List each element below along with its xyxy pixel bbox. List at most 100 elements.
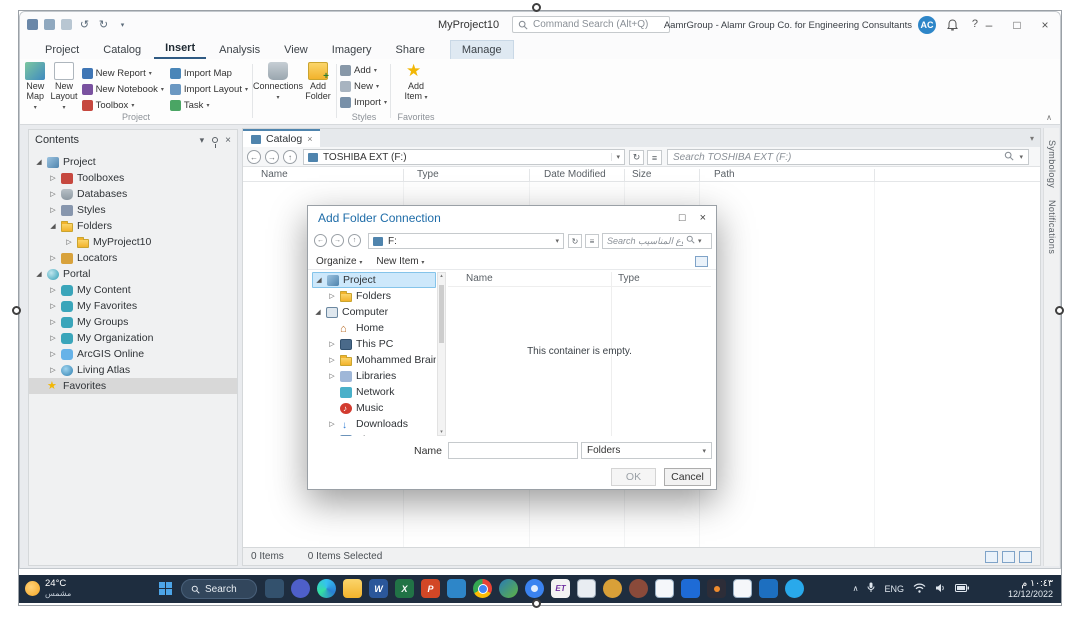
taskbar-store-icon[interactable] [447, 579, 466, 598]
expand-icon[interactable] [49, 254, 57, 262]
taskbar-document-icon-2[interactable] [733, 579, 752, 598]
back-button[interactable]: ← [247, 150, 261, 164]
new-report-button[interactable]: New Report ▾ [81, 66, 164, 80]
dialog-tree-computer[interactable]: Computer [312, 304, 436, 320]
dialog-tree-this-pc[interactable]: This PC [312, 336, 436, 352]
close-tab-icon[interactable]: × [307, 134, 312, 144]
dialog-forward-button[interactable]: → [331, 234, 344, 247]
selection-handle-right[interactable] [1055, 306, 1064, 315]
collapse-ribbon-icon[interactable]: ∧ [1046, 113, 1052, 122]
tab-list-icon[interactable]: ▾ [1030, 134, 1034, 143]
pin-icon[interactable] [212, 137, 219, 148]
tree-item-my-favorites[interactable]: My Favorites [29, 298, 237, 314]
collapse-icon[interactable] [35, 158, 43, 166]
import-map-button[interactable]: Import Map [169, 66, 248, 80]
expand-icon[interactable] [328, 356, 336, 364]
catalog-search-input[interactable] [673, 151, 1000, 163]
tab-manage[interactable]: Manage [449, 40, 514, 59]
taskbar-document-icon[interactable] [655, 579, 674, 598]
tree-item-my-groups[interactable]: My Groups [29, 314, 237, 330]
weather-widget[interactable]: 24°C مشمس [25, 578, 71, 598]
refresh-button[interactable]: ↻ [629, 150, 644, 165]
dialog-tree-user-folder[interactable]: Mohammed Braima [312, 352, 436, 368]
folder-name-input[interactable] [448, 442, 578, 459]
column-size[interactable]: Size [632, 169, 651, 180]
address-dropdown-icon[interactable]: ▾ [611, 153, 620, 161]
expand-icon[interactable] [328, 292, 336, 300]
scrollbar-thumb[interactable] [439, 285, 444, 343]
dialog-address-dropdown-icon[interactable]: ▾ [555, 237, 559, 245]
tree-item-portal[interactable]: Portal [29, 266, 237, 282]
item-type-select[interactable]: Folders ▾ [581, 442, 712, 459]
new-layout-button[interactable]: New Layout ▾ [51, 62, 78, 113]
dialog-close-button[interactable]: × [700, 212, 706, 224]
dialog-tree-project[interactable]: Project [312, 272, 436, 288]
ok-button[interactable]: OK [611, 468, 656, 486]
tab-notifications[interactable]: Notifications [1047, 200, 1057, 254]
tab-insert[interactable]: Insert [154, 39, 207, 59]
column-date-modified[interactable]: Date Modified [544, 169, 606, 180]
maximize-button[interactable]: □ [1002, 12, 1032, 38]
expand-icon[interactable] [328, 372, 336, 380]
start-button[interactable] [159, 582, 172, 595]
tree-item-databases[interactable]: Databases [29, 186, 237, 202]
connections-button[interactable]: Connections ▾ [253, 62, 303, 103]
dialog-search-input[interactable] [607, 236, 683, 246]
battery-icon[interactable] [955, 583, 969, 594]
dialog-column-name[interactable]: Name [466, 273, 493, 284]
toolbox-button[interactable]: Toolbox ▾ [81, 98, 164, 112]
minimize-button[interactable]: – [974, 12, 1004, 38]
redo-icon[interactable]: ↻ [97, 18, 110, 31]
add-folder-button[interactable]: AddFolder [302, 62, 334, 103]
tree-item-arcgis-online[interactable]: ArcGIS Online [29, 346, 237, 362]
taskbar-powerpoint-icon[interactable]: P [421, 579, 440, 598]
avatar[interactable]: AC [918, 16, 936, 34]
taskbar-clock[interactable]: ١٠:٤٣ م 12/12/2022 [1008, 578, 1053, 600]
customize-quick-access-icon[interactable]: ▾ [116, 18, 129, 31]
expand-icon[interactable] [328, 340, 336, 348]
styles-new-button[interactable]: New ▾ [340, 79, 388, 93]
wifi-icon[interactable] [913, 583, 926, 595]
cancel-button[interactable]: Cancel [664, 468, 711, 486]
dialog-address-bar[interactable]: F: ▾ [368, 233, 564, 249]
expand-icon[interactable] [65, 238, 73, 246]
tab-imagery[interactable]: Imagery [321, 41, 383, 59]
tree-item-myproject10[interactable]: MyProject10 [29, 234, 237, 250]
select-dropdown-icon[interactable]: ▾ [702, 447, 706, 455]
search-options-icon[interactable]: ▾ [1019, 153, 1023, 161]
dialog-maximize-button[interactable]: □ [679, 212, 686, 224]
column-path[interactable]: Path [714, 169, 735, 180]
dialog-tree-scrollbar[interactable]: ▴ ▾ [437, 272, 446, 436]
tab-project[interactable]: Project [34, 41, 90, 59]
taskbar-media-player-icon[interactable] [707, 579, 726, 598]
close-panel-icon[interactable]: × [225, 135, 231, 146]
expand-icon[interactable] [49, 334, 57, 342]
details-view-icon[interactable] [1002, 550, 1015, 563]
list-view-icon[interactable] [985, 550, 998, 563]
taskbar-profile-icon[interactable] [629, 579, 648, 598]
tree-item-project[interactable]: Project [29, 154, 237, 170]
column-name[interactable]: Name [261, 169, 288, 180]
taskbar-google-earth-icon[interactable] [525, 579, 544, 598]
collapse-icon[interactable] [35, 270, 43, 278]
tree-item-styles[interactable]: Styles [29, 202, 237, 218]
styles-add-button[interactable]: Add ▾ [340, 63, 388, 77]
tab-catalog[interactable]: Catalog [92, 41, 152, 59]
expand-icon[interactable] [49, 286, 57, 294]
taskbar-arcgis-pro-icon[interactable] [499, 579, 518, 598]
styles-import-button[interactable]: Import ▾ [340, 95, 388, 109]
microphone-icon[interactable] [867, 582, 875, 595]
taskbar-file-explorer-icon[interactable] [343, 579, 362, 598]
expand-icon[interactable] [328, 420, 336, 428]
add-item-button[interactable]: AddItem ▾ [400, 62, 432, 103]
tree-item-folders[interactable]: Folders [29, 218, 237, 234]
dialog-refresh-button[interactable]: ↻ [568, 234, 582, 248]
open-project-icon[interactable] [61, 19, 72, 30]
dialog-column-type[interactable]: Type [618, 273, 640, 284]
taskbar-notepad-icon[interactable] [577, 579, 596, 598]
tree-item-my-content[interactable]: My Content [29, 282, 237, 298]
expand-icon[interactable] [49, 174, 57, 182]
expand-icon[interactable] [49, 190, 57, 198]
dialog-tree-libraries[interactable]: Libraries [312, 368, 436, 384]
command-search-input[interactable]: Command Search (Alt+Q) [512, 16, 670, 33]
